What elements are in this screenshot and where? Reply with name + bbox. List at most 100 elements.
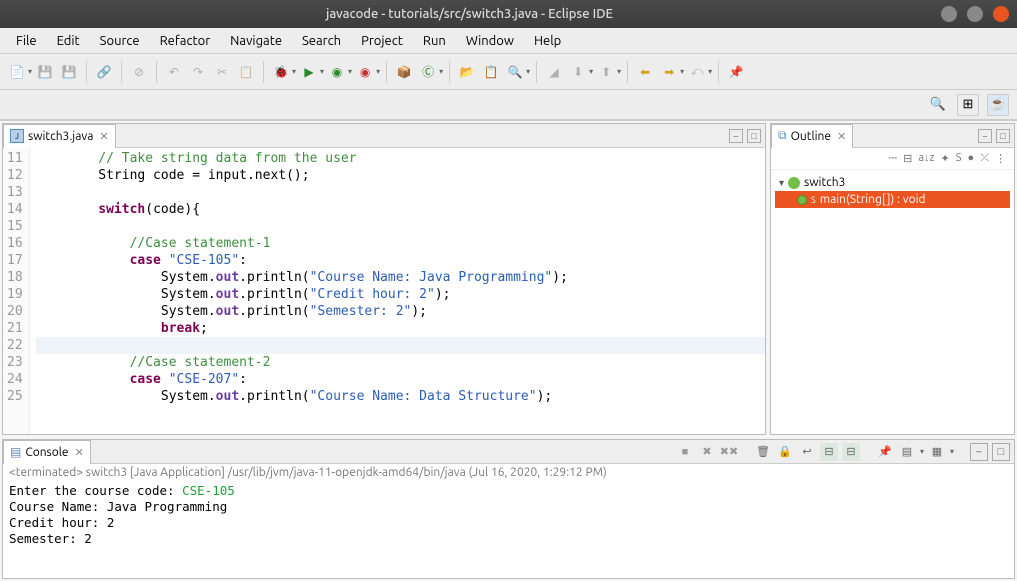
tree-expand-icon[interactable]: ▾ (779, 177, 784, 189)
skip-breakpoints-button[interactable]: ⊘ (128, 61, 150, 83)
run-last-button[interactable]: ◉ (354, 61, 376, 83)
open-perspective-button[interactable]: ⊞ (957, 94, 979, 116)
paste-button[interactable]: 📋 (235, 61, 257, 83)
outline-method-label: main(String[]) : void (820, 193, 926, 206)
quick-access-search-icon[interactable]: 🔍 (927, 94, 949, 116)
console-show-stderr-button[interactable]: ⊟ (842, 443, 860, 461)
last-edit-button[interactable]: ⤺ (686, 61, 708, 83)
console-output[interactable]: Enter the course code: CSE-105Course Nam… (3, 481, 1014, 578)
console-open-console-button[interactable]: ▦ (928, 443, 946, 461)
editor-minimize-icon[interactable]: – (729, 129, 743, 143)
outline-hide-local-icon[interactable]: ⤫ (980, 152, 989, 165)
console-tab-close-icon[interactable]: ✕ (75, 446, 84, 459)
outline-view-menu-icon[interactable]: ⋮ (995, 152, 1006, 165)
console-remove-all-button[interactable]: ✖✖ (720, 443, 738, 461)
window-maximize-button[interactable] (967, 6, 983, 22)
console-status-line: <terminated> switch3 [Java Application] … (3, 464, 1014, 481)
next-annotation-button[interactable]: ⬇ (567, 61, 589, 83)
console-tab-label: Console (25, 446, 68, 459)
menu-search[interactable]: Search (292, 31, 351, 51)
debug-dropdown[interactable]: ▾ (292, 67, 296, 76)
search-button[interactable]: 🔍 (504, 61, 526, 83)
debug-button[interactable]: 🐞 (270, 61, 292, 83)
outline-hide-static-icon[interactable]: S (956, 152, 962, 165)
console-show-stdout-button[interactable]: ⊟ (820, 443, 838, 461)
window-titlebar: javacode - tutorials/src/switch3.java - … (0, 0, 1017, 28)
menu-navigate[interactable]: Navigate (220, 31, 292, 51)
run-button[interactable]: ▶ (298, 61, 320, 83)
back-button[interactable]: ⬅ (634, 61, 656, 83)
cut-button[interactable]: ✂ (211, 61, 233, 83)
menu-help[interactable]: Help (524, 31, 571, 51)
outline-hide-fields-icon[interactable]: ✦ (941, 152, 950, 165)
pin-editor-button[interactable]: 📌 (725, 61, 747, 83)
line-number-gutter: 111213141516171819202122232425 (3, 148, 30, 434)
editor-tab-close-icon[interactable]: ✕ (99, 130, 108, 143)
console-scroll-lock-button[interactable]: 🔒 (776, 443, 794, 461)
java-file-icon: J (10, 129, 24, 143)
new-class-dropdown[interactable]: ▾ (439, 67, 443, 76)
static-indicator-icon: S (811, 195, 816, 205)
code-editor[interactable]: 111213141516171819202122232425 // Take s… (3, 148, 765, 434)
console-minimize-icon[interactable]: – (970, 443, 988, 461)
console-word-wrap-button[interactable]: ↩ (798, 443, 816, 461)
console-maximize-icon[interactable]: □ (992, 443, 1010, 461)
editor-tab-switch3[interactable]: J switch3.java ✕ (3, 124, 116, 148)
menu-window[interactable]: Window (456, 31, 524, 51)
toggle-mark-button[interactable]: ◢ (543, 61, 565, 83)
prev-annotation-button[interactable]: ⬆ (595, 61, 617, 83)
console-icon: ▤ (10, 445, 21, 459)
outline-minimize-icon[interactable]: – (978, 129, 992, 143)
new-dropdown[interactable]: ▾ (28, 67, 32, 76)
outline-maximize-icon[interactable]: □ (996, 129, 1010, 143)
class-icon (788, 177, 800, 189)
window-close-button[interactable] (993, 6, 1009, 22)
console-header: ▤ Console ✕ ■ ✖ ✖✖ 🗑 🔒 ↩ ⊟ ⊟ 📌 ▤▾ ▦▾ (3, 440, 1014, 464)
outline-tab[interactable]: ⧉ Outline ✕ (771, 124, 853, 148)
menu-edit[interactable]: Edit (47, 31, 90, 51)
outline-sort-icon[interactable]: a↓z (918, 152, 934, 165)
open-type-button[interactable]: 📂 (456, 61, 478, 83)
undo-button[interactable]: ↶ (163, 61, 185, 83)
outline-hide-nonpublic-icon[interactable]: ● (968, 152, 975, 165)
menu-project[interactable]: Project (351, 31, 413, 51)
search-dropdown[interactable]: ▾ (526, 67, 530, 76)
menu-source[interactable]: Source (90, 31, 150, 51)
toggle-breadcrumb-button[interactable]: 🔗 (93, 61, 115, 83)
coverage-button[interactable]: ◉ (326, 61, 348, 83)
new-java-class-button[interactable]: Ⓒ (417, 61, 439, 83)
console-clear-button[interactable]: 🗑 (754, 443, 772, 461)
menu-file[interactable]: File (6, 31, 47, 51)
console-pin-button[interactable]: 📌 (876, 443, 894, 461)
console-remove-terminated-button[interactable]: ✖ (698, 443, 716, 461)
save-button[interactable]: 💾 (34, 61, 56, 83)
outline-class-row[interactable]: ▾ switch3 (775, 174, 1010, 191)
java-perspective-button[interactable]: ☕ (987, 94, 1009, 116)
outline-method-row[interactable]: S main(String[]) : void (775, 191, 1010, 208)
console-tab[interactable]: ▤ Console ✕ (3, 440, 91, 464)
new-button[interactable]: 📄 (6, 61, 28, 83)
console-display-selected-button[interactable]: ▤ (898, 443, 916, 461)
run-last-dropdown[interactable]: ▾ (376, 67, 380, 76)
console-toolbar: ■ ✖ ✖✖ 🗑 🔒 ↩ ⊟ ⊟ 📌 ▤▾ ▦▾ – □ (672, 443, 1014, 461)
editor-tab-label: switch3.java (28, 130, 93, 143)
coverage-dropdown[interactable]: ▾ (348, 67, 352, 76)
outline-tree[interactable]: ▾ switch3 S main(String[]) : void (771, 170, 1014, 434)
outline-collapse-icon[interactable]: ⊟ (903, 152, 912, 165)
open-task-button[interactable]: 📋 (480, 61, 502, 83)
code-content[interactable]: // Take string data from the user String… (30, 148, 765, 434)
menu-run[interactable]: Run (413, 31, 456, 51)
forward-button[interactable]: ➡ (658, 61, 680, 83)
run-dropdown[interactable]: ▾ (320, 67, 324, 76)
new-java-package-button[interactable]: 📦 (393, 61, 415, 83)
save-all-button[interactable]: 💾 (58, 61, 80, 83)
redo-button[interactable]: ↷ (187, 61, 209, 83)
outline-tab-row: ⧉ Outline ✕ – □ (771, 124, 1014, 148)
window-minimize-button[interactable] (941, 6, 957, 22)
outline-tab-close-icon[interactable]: ✕ (837, 130, 846, 143)
outline-focus-icon[interactable]: ⎓ (888, 152, 897, 165)
menu-refactor[interactable]: Refactor (150, 31, 221, 51)
console-terminate-button[interactable]: ■ (676, 443, 694, 461)
editor-maximize-icon[interactable]: □ (747, 129, 761, 143)
outline-icon: ⧉ (778, 129, 787, 143)
